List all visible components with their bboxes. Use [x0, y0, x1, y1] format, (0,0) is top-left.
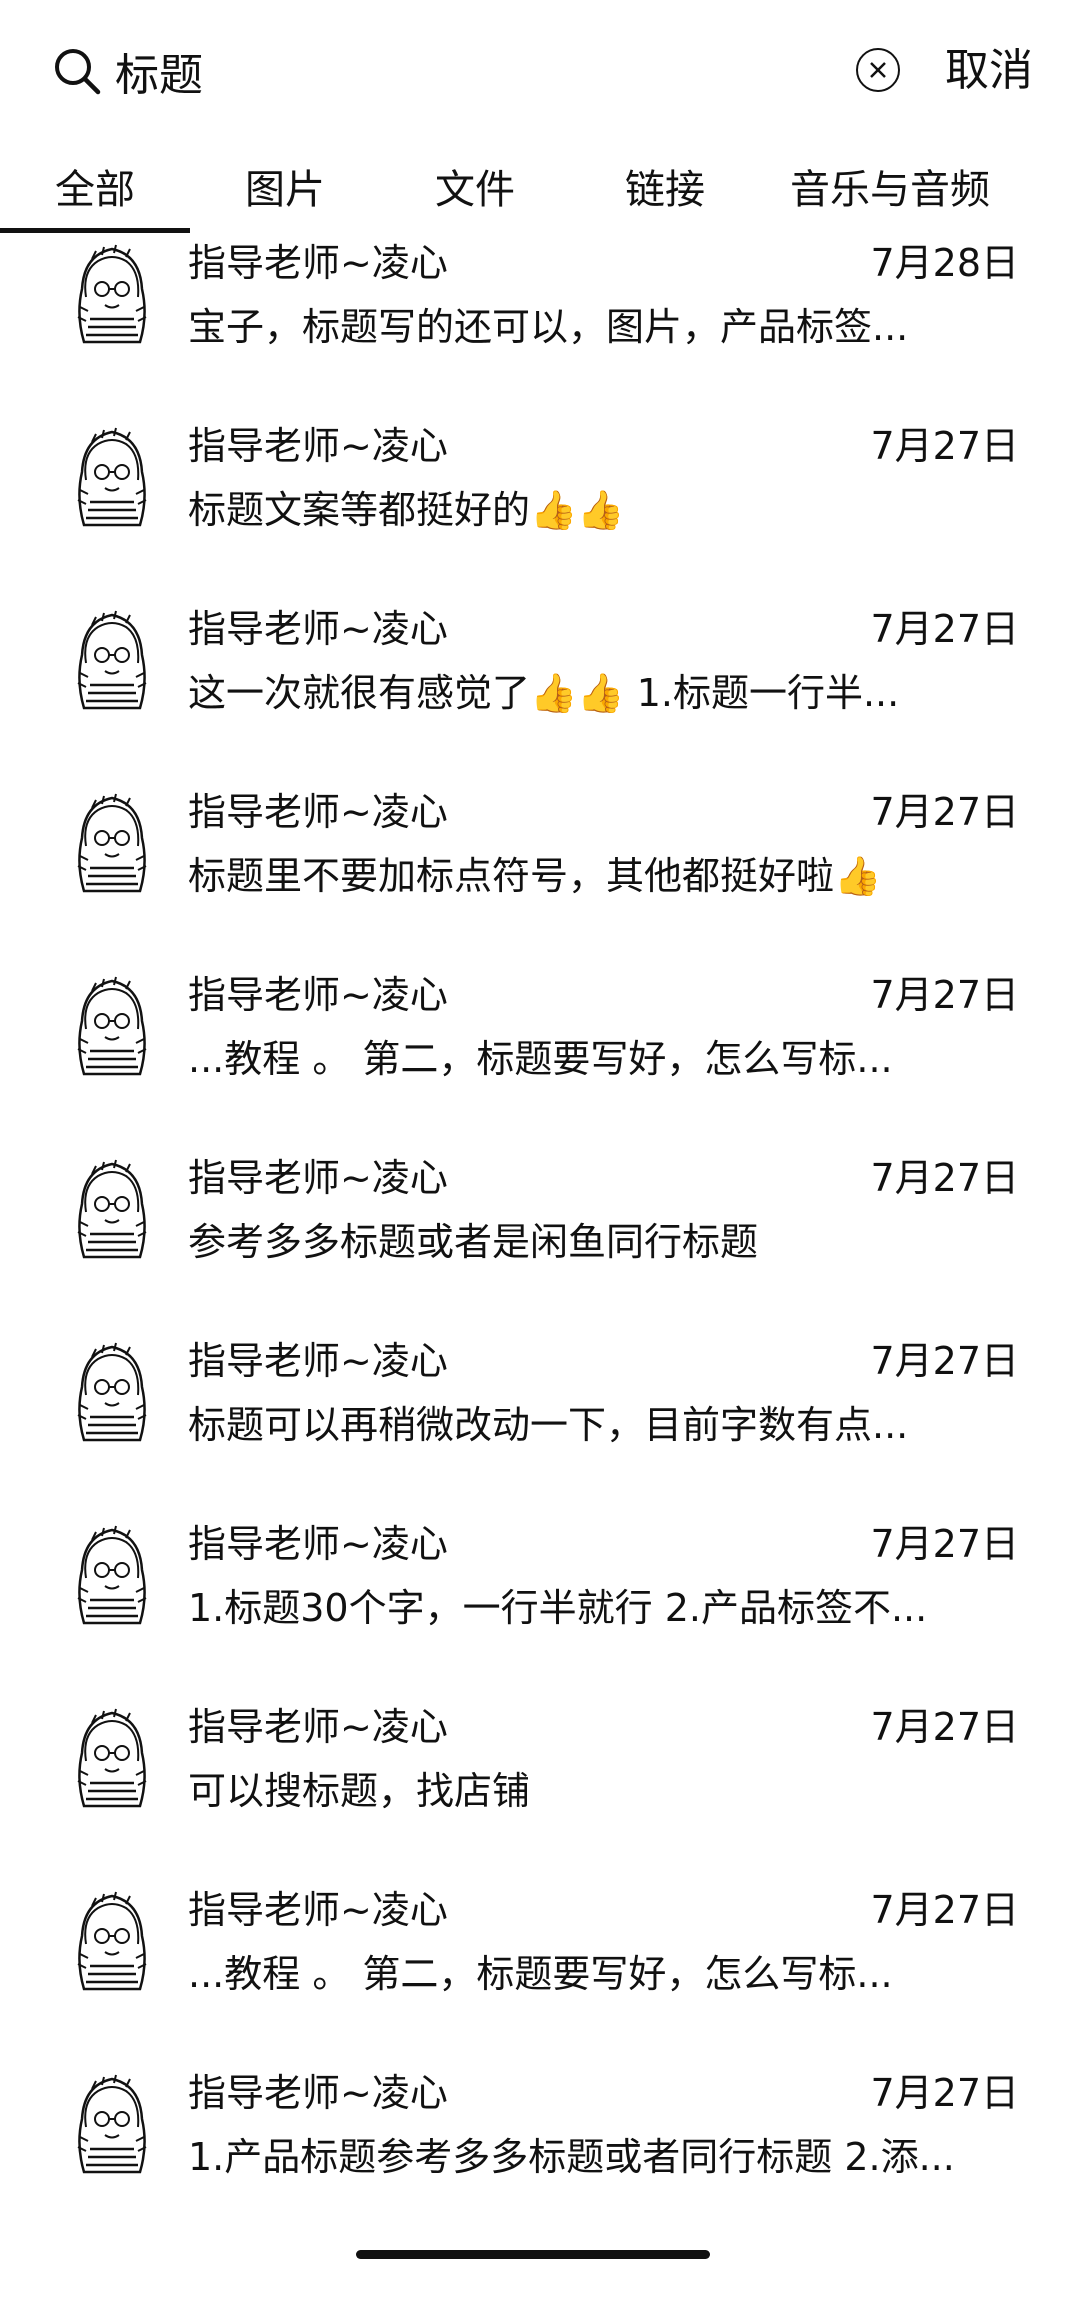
tab-images[interactable]: 图片 [230, 150, 340, 230]
message-date: 7月27日 [870, 1888, 1019, 1932]
result-item[interactable]: 指导老师~凌心 7月27日 1.标题30个字，一行半就行 2.产品标签不... [0, 1516, 1080, 1699]
result-item[interactable]: 指导老师~凌心 7月27日 标题可以再稍微改动一下，目前字数有点... [0, 1333, 1080, 1516]
message-date: 7月28日 [870, 241, 1019, 285]
sender-name: 指导老师~凌心 [188, 1888, 448, 1932]
active-tab-indicator [0, 228, 190, 233]
sender-name: 指导老师~凌心 [188, 2071, 448, 2115]
message-snippet: 标题文案等都挺好的👍👍 [188, 488, 625, 532]
message-date: 7月27日 [870, 1522, 1019, 1566]
clear-search-icon[interactable] [853, 45, 903, 95]
sender-name: 指导老师~凌心 [188, 424, 448, 468]
avatar [72, 603, 152, 713]
message-snippet: 1.产品标题参考多多标题或者同行标题 2.添... [188, 2135, 955, 2179]
message-snippet: 参考多多标题或者是闲鱼同行标题 [188, 1220, 759, 1264]
message-snippet: 这一次就很有感觉了👍👍 1.标题一行半... [188, 671, 900, 715]
sender-name: 指导老师~凌心 [188, 790, 448, 834]
sender-name: 指导老师~凌心 [188, 1156, 448, 1200]
avatar [72, 1152, 152, 1262]
message-snippet: 可以搜标题，找店铺 [188, 1769, 531, 1813]
avatar [72, 1884, 152, 1994]
message-snippet: ...教程 。 第二，标题要写好，怎么写标... [188, 1952, 893, 1996]
tab-links[interactable]: 链接 [610, 150, 720, 230]
message-date: 7月27日 [870, 424, 1019, 468]
home-indicator[interactable] [356, 2250, 710, 2259]
avatar [72, 420, 152, 530]
message-snippet: ...教程 。 第二，标题要写好，怎么写标... [188, 1037, 893, 1081]
message-date: 7月27日 [870, 790, 1019, 834]
sender-name: 指导老师~凌心 [188, 973, 448, 1017]
result-item[interactable]: 指导老师~凌心 7月27日 这一次就很有感觉了👍👍 1.标题一行半... [0, 601, 1080, 784]
search-results: 指导老师~凌心 7月28日 宝子，标题写的还可以，图片，产品标签... 指导老师… [0, 235, 1080, 2248]
message-date: 7月27日 [870, 1705, 1019, 1749]
result-item[interactable]: 指导老师~凌心 7月27日 1.产品标题参考多多标题或者同行标题 2.添... [0, 2065, 1080, 2248]
result-item[interactable]: 指导老师~凌心 7月27日 标题文案等都挺好的👍👍 [0, 418, 1080, 601]
message-snippet: 宝子，标题写的还可以，图片，产品标签... [188, 305, 909, 349]
result-item[interactable]: 指导老师~凌心 7月27日 ...教程 。 第二，标题要写好，怎么写标... [0, 1882, 1080, 2065]
avatar [72, 1335, 152, 1445]
message-date: 7月27日 [870, 2071, 1019, 2115]
message-snippet: 1.标题30个字，一行半就行 2.产品标签不... [188, 1586, 928, 1630]
message-date: 7月27日 [870, 973, 1019, 1017]
result-item[interactable]: 指导老师~凌心 7月27日 ...教程 。 第二，标题要写好，怎么写标... [0, 967, 1080, 1150]
avatar [72, 237, 152, 347]
avatar [72, 786, 152, 896]
message-snippet: 标题可以再稍微改动一下，目前字数有点... [188, 1403, 909, 1447]
category-tabs: 全部 图片 文件 链接 音乐与音频 [0, 150, 1080, 238]
message-date: 7月27日 [870, 1339, 1019, 1383]
tab-files[interactable]: 文件 [420, 150, 530, 230]
avatar [72, 1518, 152, 1628]
result-item[interactable]: 指导老师~凌心 7月27日 标题里不要加标点符号，其他都挺好啦👍 [0, 784, 1080, 967]
sender-name: 指导老师~凌心 [188, 607, 448, 651]
avatar [72, 1701, 152, 1811]
search-icon [55, 49, 101, 95]
avatar [72, 2067, 152, 2177]
sender-name: 指导老师~凌心 [188, 241, 448, 285]
sender-name: 指导老师~凌心 [188, 1339, 448, 1383]
search-bar: 取消 [0, 0, 1080, 150]
tab-music-audio[interactable]: 音乐与音频 [780, 150, 1000, 230]
result-item[interactable]: 指导老师~凌心 7月28日 宝子，标题写的还可以，图片，产品标签... [0, 235, 1080, 418]
cancel-button[interactable]: 取消 [945, 36, 1033, 106]
sender-name: 指导老师~凌心 [188, 1705, 448, 1749]
result-item[interactable]: 指导老师~凌心 7月27日 可以搜标题，找店铺 [0, 1699, 1080, 1882]
search-input[interactable] [115, 36, 815, 106]
avatar [72, 969, 152, 1079]
result-item[interactable]: 指导老师~凌心 7月27日 参考多多标题或者是闲鱼同行标题 [0, 1150, 1080, 1333]
message-date: 7月27日 [870, 1156, 1019, 1200]
message-snippet: 标题里不要加标点符号，其他都挺好啦👍 [188, 854, 882, 898]
message-date: 7月27日 [870, 607, 1019, 651]
tab-all[interactable]: 全部 [40, 150, 150, 230]
sender-name: 指导老师~凌心 [188, 1522, 448, 1566]
